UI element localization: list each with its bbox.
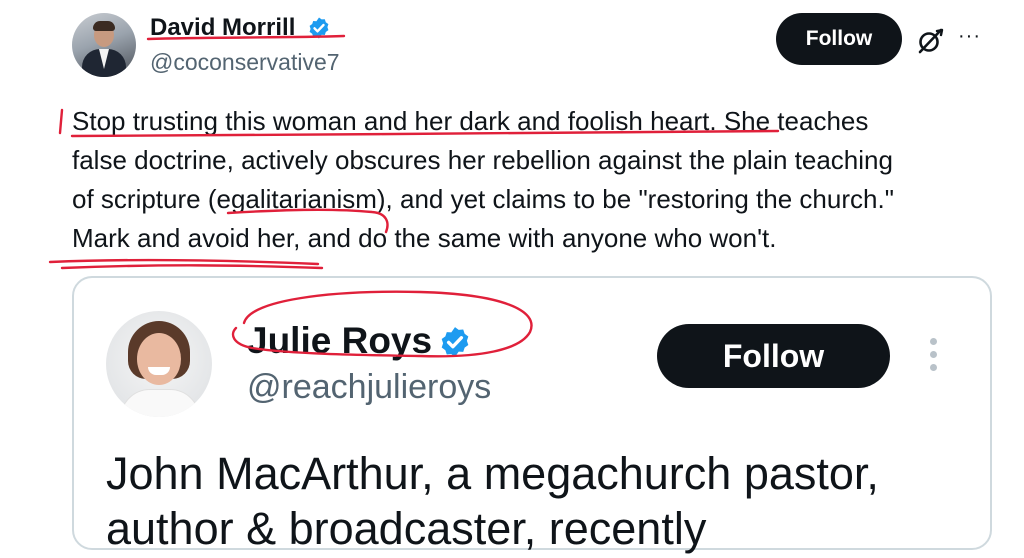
- quoted-author-name[interactable]: Julie Roys: [247, 319, 432, 363]
- grok-icon[interactable]: [915, 26, 945, 56]
- verified-badge-icon: [309, 17, 329, 39]
- quoted-author-avatar[interactable]: [106, 311, 212, 417]
- author-name[interactable]: David Morrill: [150, 14, 295, 42]
- bracket-mark: [58, 108, 64, 135]
- follow-button[interactable]: Follow: [776, 13, 902, 65]
- author-avatar[interactable]: [72, 13, 136, 77]
- post-text-line: false doctrine, actively obscures her re…: [72, 145, 893, 175]
- quoted-follow-button[interactable]: Follow: [657, 324, 890, 388]
- post-text-line: of scripture (egalitarianism), and yet c…: [72, 184, 894, 214]
- quoted-post-text-line: John MacArthur, a megachurch pastor,: [106, 448, 879, 499]
- author-handle[interactable]: @coconservative7: [150, 48, 340, 76]
- post-text: Stop trusting this woman and her dark an…: [72, 102, 992, 258]
- quoted-more-icon[interactable]: [924, 338, 944, 378]
- avatar-hair: [93, 21, 115, 31]
- bottom-squiggle: [48, 258, 324, 270]
- quoted-author-handle[interactable]: @reachjulieroys: [247, 366, 491, 408]
- avatar-top: [120, 389, 200, 417]
- post-text-line: Mark and avoid her, and do the same with…: [72, 223, 777, 253]
- post-text-line: Stop trusting this woman and her dark an…: [72, 106, 869, 136]
- verified-badge-icon: [441, 327, 469, 357]
- quoted-post-text-line: author & broadcaster, recently: [106, 503, 707, 554]
- more-icon[interactable]: ···: [958, 26, 988, 50]
- avatar-face: [137, 333, 181, 385]
